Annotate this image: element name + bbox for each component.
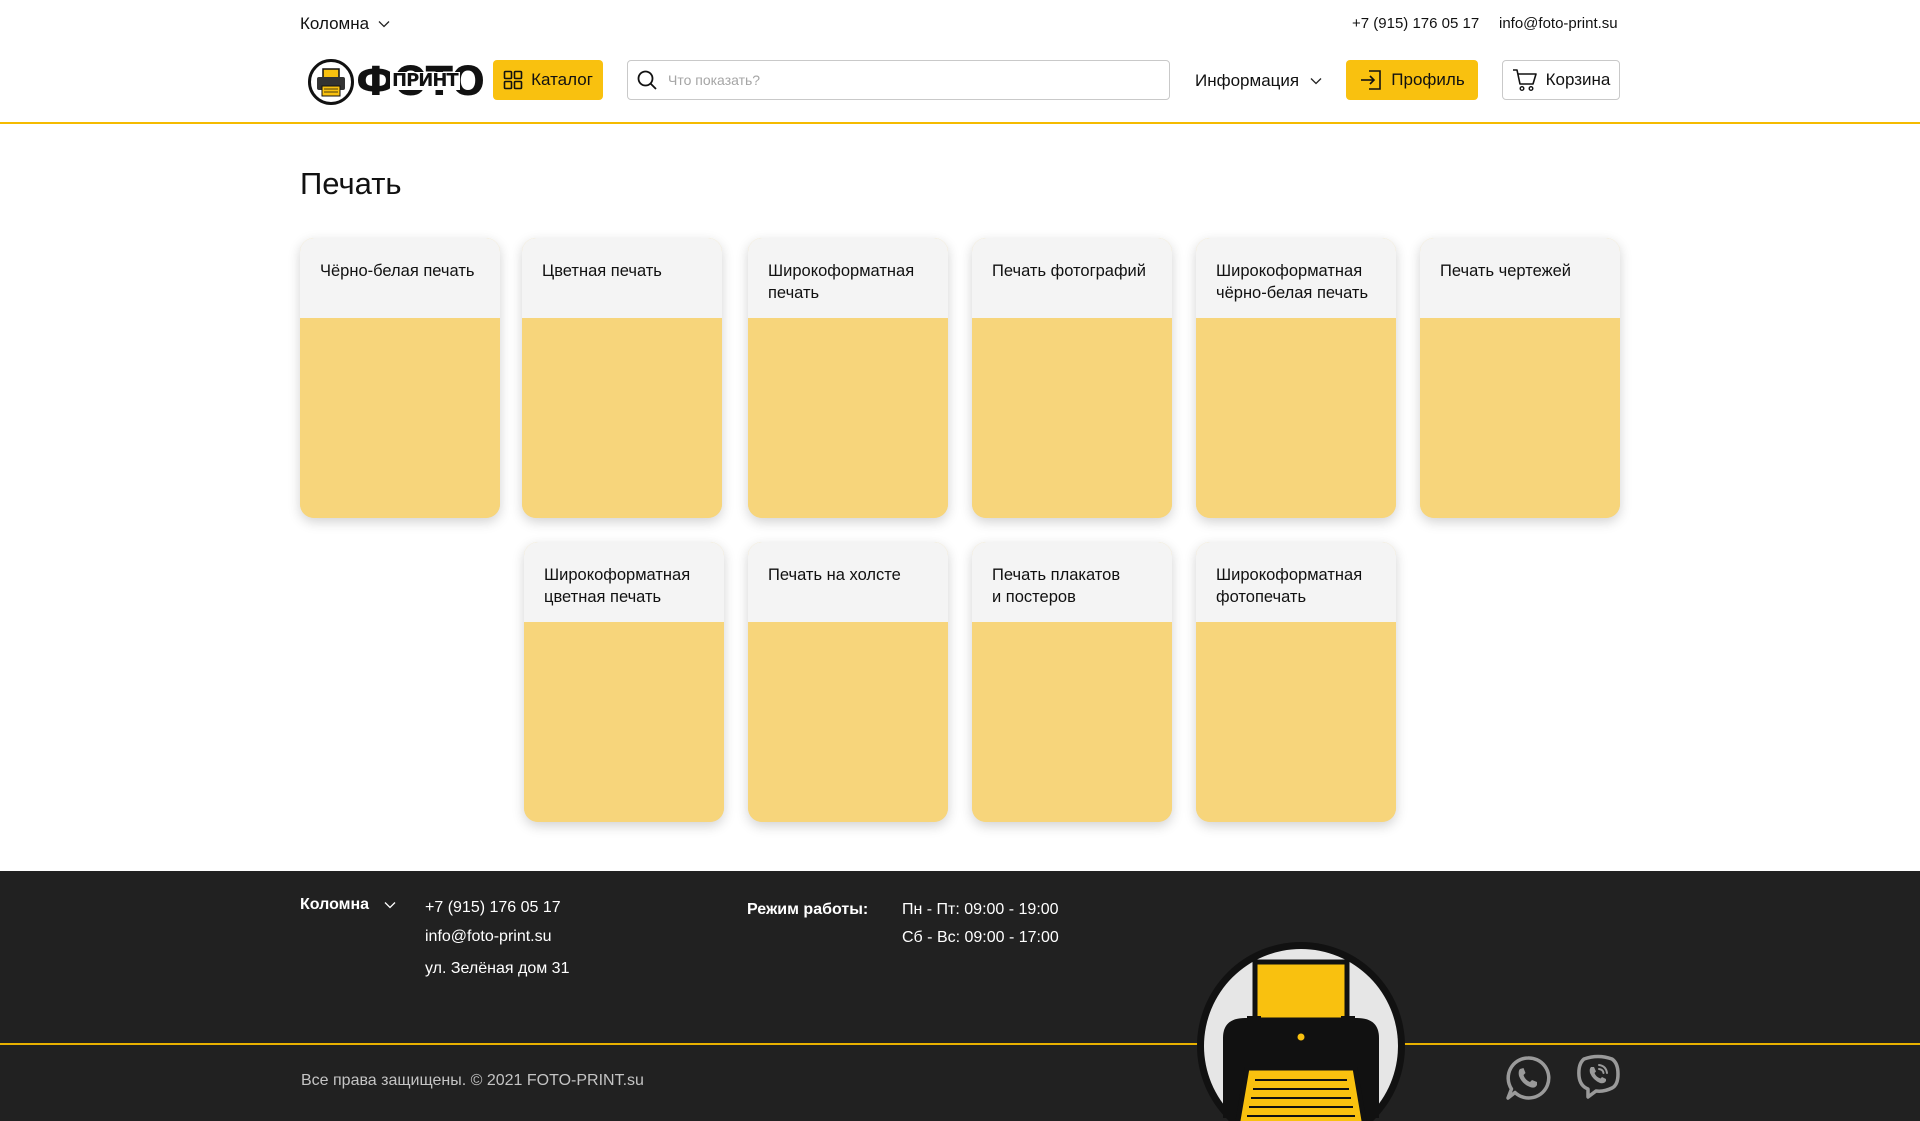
info-label: Информация [1195,71,1300,90]
chevron-down-icon [378,21,390,28]
card-title: Печать чертежей [1420,238,1620,318]
logo-sub-text: ПРИНТ [390,70,460,91]
hours-weekdays: Пн - Пт: 09:00 - 19:00 [902,901,1059,918]
card-image [972,622,1172,822]
category-card[interactable]: Широкоформатная чёрно-белая печать [1196,238,1396,518]
profile-label: Профиль [1391,70,1465,89]
category-card[interactable]: Широкоформатная фотопечать [1196,542,1396,822]
category-card[interactable]: Широкоформатная печать [748,238,948,518]
logo[interactable]: ФОТО ПРИНТ [308,54,485,110]
city-selector[interactable]: Коломна [300,14,391,34]
printer-mascot-icon [1197,942,1405,1121]
page-title: Печать [300,166,402,201]
footer-address: ул. Зелёная дом 31 [425,960,570,977]
footer-city-label: Коломна [300,896,370,913]
login-icon [1361,70,1382,90]
profile-button[interactable]: Профиль [1346,60,1478,100]
card-title: Печать плакатов и постеров [972,542,1172,622]
footer-email-link[interactable]: info@foto-print.su [425,928,552,946]
card-image [300,318,500,518]
header: ФОТО ПРИНТ Каталог Информация Профиль [0,48,1920,124]
top-email-link[interactable]: info@foto-print.su [1499,15,1618,32]
card-image [1196,318,1396,518]
card-title: Печать на холсте [748,542,948,622]
footer-divider [0,1043,1920,1045]
category-card[interactable]: Цветная печать [522,238,722,518]
search-input[interactable] [668,72,1148,88]
card-title: Широкоформатная фотопечать [1196,542,1396,622]
card-image [972,318,1172,518]
category-card[interactable]: Печать на холсте [748,542,948,822]
card-title: Печать фотографий [972,238,1172,318]
logo-text: ФОТО ПРИНТ [356,62,485,102]
city-label: Коломна [300,14,370,33]
footer: Коломна +7 (915) 176 05 17 info@foto-pri… [0,871,1920,1121]
copyright: Все права защищены. © 2021 FOTO-PRINT.su [301,1072,644,1089]
whatsapp-icon[interactable] [1504,1054,1552,1102]
cart-icon [1512,69,1537,92]
card-title: Широкоформатная печать [748,238,948,318]
hours-label: Режим работы: [747,901,869,918]
category-card[interactable]: Печать плакатов и постеров [972,542,1172,822]
topbar: Коломна +7 (915) 176 05 17 info@foto-pri… [0,0,1920,48]
card-title: Чёрно-белая печать [300,238,500,318]
card-title: Цветная печать [522,238,722,318]
grid-icon [503,70,523,90]
card-image [748,318,948,518]
card-image [1420,318,1620,518]
catalog-label: Каталог [531,70,593,89]
category-card[interactable]: Чёрно-белая печать [300,238,500,518]
card-image [748,622,948,822]
card-title: Широкоформатная чёрно-белая печать [1196,238,1396,318]
search-box[interactable] [627,60,1170,100]
chevron-down-icon [384,902,396,909]
card-image [524,622,724,822]
info-menu[interactable]: Информация [1195,71,1323,91]
card-image [522,318,722,518]
top-phone-link[interactable]: +7 (915) 176 05 17 [1352,15,1479,32]
footer-city-selector[interactable]: Коломна [300,896,397,914]
hours-weekend: Сб - Вс: 09:00 - 17:00 [902,929,1059,946]
cart-label: Корзина [1545,70,1611,89]
category-card[interactable]: Печать фотографий [972,238,1172,518]
catalog-button[interactable]: Каталог [493,60,603,100]
card-image [1196,622,1396,822]
printer-logo-icon [308,59,354,105]
category-card[interactable]: Широкоформатная цветная печать [524,542,724,822]
search-icon [637,70,657,90]
chevron-down-icon [1310,78,1322,85]
viber-icon[interactable] [1574,1052,1622,1100]
category-card[interactable]: Печать чертежей [1420,238,1620,518]
card-title: Широкоформатная цветная печать [524,542,724,622]
cart-button[interactable]: Корзина [1502,60,1620,100]
footer-phone-link[interactable]: +7 (915) 176 05 17 [425,899,561,917]
